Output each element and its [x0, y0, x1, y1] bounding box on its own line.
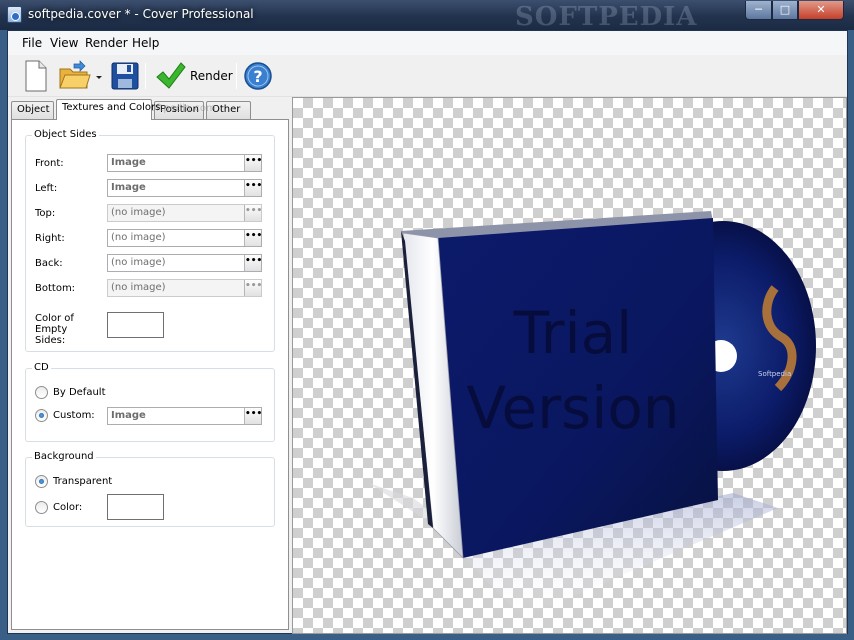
- top-field[interactable]: (no image) •••: [107, 204, 262, 222]
- cd-custom-field[interactable]: Image •••: [107, 407, 262, 425]
- background-color-radio[interactable]: [35, 501, 48, 514]
- new-document-icon[interactable]: [23, 60, 49, 92]
- save-icon[interactable]: [111, 60, 139, 92]
- toolbar-separator: [145, 63, 146, 89]
- object-sides-title: Object Sides: [32, 129, 99, 140]
- disc-label: Softpedia: [758, 370, 791, 378]
- trial-text-line2: Version: [466, 374, 679, 442]
- background-color-label[interactable]: Color:: [53, 502, 82, 513]
- menu-help[interactable]: Help: [132, 36, 159, 50]
- top-browse-button[interactable]: •••: [244, 205, 262, 221]
- cd-group: CD: [25, 362, 275, 442]
- cd-case-render: Trial Version Softpedia: [368, 211, 816, 618]
- top-label: Top:: [35, 208, 56, 219]
- open-folder-icon[interactable]: [58, 60, 92, 92]
- help-icon[interactable]: ?: [243, 60, 273, 92]
- toolbar: Render ?: [8, 55, 847, 97]
- back-field[interactable]: (no image) •••: [107, 254, 262, 272]
- tab-object[interactable]: Object: [11, 101, 54, 120]
- back-label: Back:: [35, 258, 63, 269]
- background-color-swatch[interactable]: [107, 494, 164, 520]
- empty-sides-color-swatch[interactable]: [107, 312, 164, 338]
- cd-title: CD: [32, 362, 51, 373]
- cd-custom-label[interactable]: Custom:: [53, 410, 95, 421]
- title-watermark: SOFTPEDIA: [515, 2, 698, 32]
- front-field[interactable]: Image •••: [107, 154, 262, 172]
- bottom-field[interactable]: (no image) •••: [107, 279, 262, 297]
- main-window: File View Render Help Render ? Object Te…: [7, 30, 848, 634]
- background-transparent-label[interactable]: Transparent: [53, 476, 112, 487]
- menu-view[interactable]: View: [50, 36, 78, 50]
- toolbar-separator: [236, 63, 237, 89]
- render-button-label[interactable]: Render: [190, 69, 233, 83]
- empty-sides-color-label: Color of Empty Sides:: [35, 313, 74, 346]
- minimize-button[interactable]: ─: [745, 1, 772, 20]
- right-label: Right:: [35, 233, 65, 244]
- front-label: Front:: [35, 158, 64, 169]
- background-title: Background: [32, 451, 96, 462]
- title-bar[interactable]: SOFTPEDIA softpedia.cover * - Cover Prof…: [0, 0, 854, 32]
- left-browse-button[interactable]: •••: [244, 180, 262, 196]
- dropdown-arrow-icon[interactable]: [95, 60, 103, 92]
- svg-text:?: ?: [253, 67, 262, 86]
- menu-render[interactable]: Render: [85, 36, 128, 50]
- tab-textures-and-colors[interactable]: Textures and Colors: [56, 99, 160, 120]
- left-label: Left:: [35, 183, 58, 194]
- cd-browse-button[interactable]: •••: [244, 408, 262, 424]
- render-check-icon[interactable]: [154, 60, 186, 92]
- close-button[interactable]: ✕: [798, 1, 844, 20]
- window-title: softpedia.cover * - Cover Professional: [28, 7, 254, 21]
- cd-by-default-radio[interactable]: [35, 386, 48, 399]
- back-browse-button[interactable]: •••: [244, 255, 262, 271]
- maximize-button[interactable]: □: [772, 1, 798, 20]
- menu-bar: File View Render Help: [8, 31, 847, 55]
- textures-panel: Object Sides Front: Image ••• Left: Imag…: [11, 119, 289, 630]
- left-field[interactable]: Image •••: [107, 179, 262, 197]
- cd-custom-radio[interactable]: [35, 409, 48, 422]
- right-browse-button[interactable]: •••: [244, 230, 262, 246]
- render-preview[interactable]: Trial Version Softpedia: [292, 97, 847, 634]
- bottom-browse-button[interactable]: •••: [244, 280, 262, 296]
- bottom-label: Bottom:: [35, 283, 76, 294]
- cd-by-default-label[interactable]: By Default: [53, 387, 106, 398]
- trial-text-line1: Trial: [513, 299, 633, 367]
- app-icon[interactable]: [7, 6, 22, 23]
- menu-file[interactable]: File: [22, 36, 42, 50]
- background-transparent-radio[interactable]: [35, 475, 48, 488]
- front-browse-button[interactable]: •••: [244, 155, 262, 171]
- right-field[interactable]: (no image) •••: [107, 229, 262, 247]
